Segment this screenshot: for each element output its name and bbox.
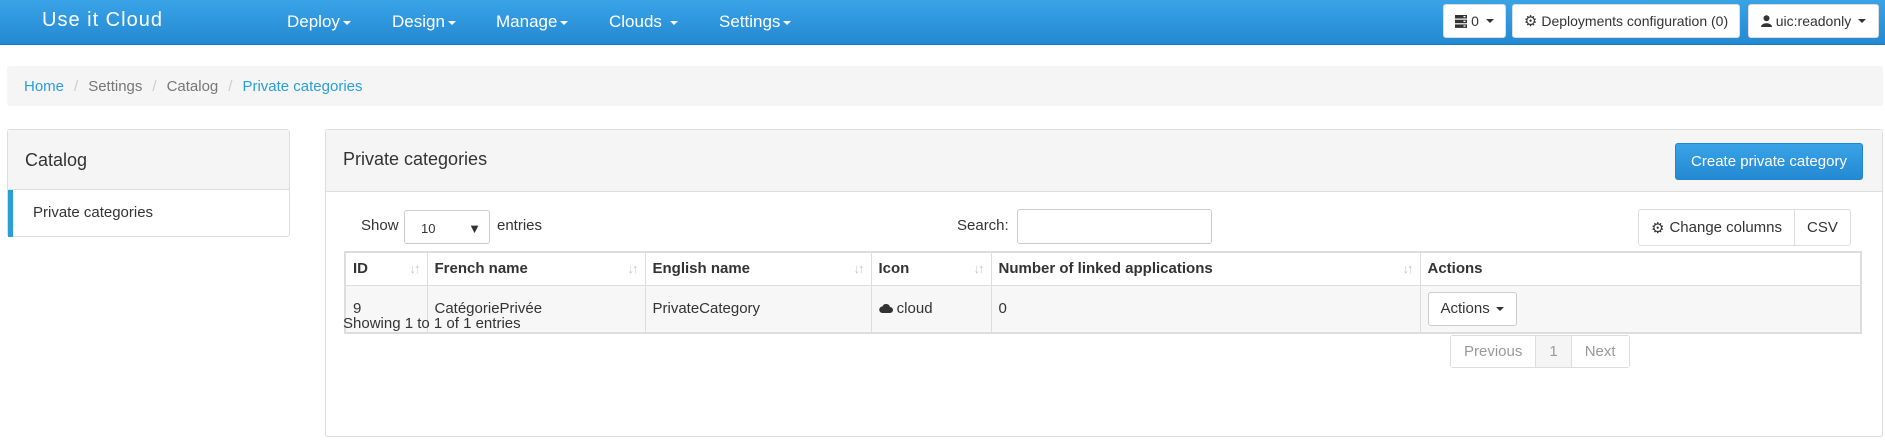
dropdown-arrow-icon: ▼ [468,221,481,236]
column-label: Actions [1427,260,1483,278]
breadcrumb-separator: / [228,77,233,95]
change-columns-label: Change columns [1669,219,1783,236]
row-actions-button[interactable]: Actions [1427,291,1517,326]
sort-icon: ↓↑ [627,261,639,276]
nav-manage[interactable]: Manage [496,12,569,32]
breadcrumb-catalog: Catalog [166,77,219,95]
nav-manage-label: Manage [496,12,558,31]
cell-icon-label: cloud [896,300,933,318]
caret-down-icon [1495,306,1504,311]
column-label: English name [652,260,751,278]
nav-deploy[interactable]: Deploy [287,12,351,32]
column-label: French name [434,260,528,278]
deployments-config-label: Deployments configuration (0) [1541,13,1729,29]
top-navbar: Use it Cloud Deploy Design Manage Clouds… [0,0,1885,45]
caret-down-icon [560,20,569,25]
table-header-row: ID ↓↑ French name ↓↑ English name ↓↑ Icon ↓↑… [344,251,1862,286]
column-label: Icon [878,260,910,278]
column-icon[interactable]: Icon ↓↑ [870,251,992,286]
cell-icon: cloud [870,284,992,334]
sort-icon: ↓↑ [409,261,421,276]
pagination-page-1[interactable]: 1 [1535,336,1571,367]
pagination-previous[interactable]: Previous [1451,336,1536,367]
sort-icon: ↓↑ [1402,261,1414,276]
cell-actions: Actions [1419,284,1862,334]
panel-title: Private categories [343,149,488,169]
deployments-config-button[interactable]: ⚙ Deployments configuration (0) [1512,4,1740,38]
breadcrumb-separator: / [74,77,79,95]
nav-design[interactable]: Design [392,12,456,32]
search-label: Search: [957,217,1009,234]
server-icon [1455,14,1468,28]
search-input[interactable] [1017,209,1212,244]
breadcrumb-home[interactable]: Home [24,78,64,95]
user-icon [1760,15,1772,27]
column-french-name[interactable]: French name ↓↑ [426,251,646,286]
column-label: ID [353,260,368,278]
nav-design-label: Design [392,12,445,31]
sort-icon: ↓↑ [853,261,865,276]
caret-down-icon [447,20,456,25]
caret-down-icon [1485,19,1494,23]
table-row: 9 CatégoriePrivée PrivateCategory cloud … [344,284,1862,334]
create-private-category-button[interactable]: Create private category [1675,143,1863,180]
show-label: Show [361,217,399,234]
pagination: Previous 1 Next [1450,335,1630,368]
table-info: Showing 1 to 1 of 1 entries [343,315,521,332]
queue-button[interactable]: 0 [1443,4,1506,38]
cloud-icon [878,304,893,314]
sort-icon: ↓↑ [973,261,985,276]
cell-english-name: PrivateCategory [644,284,872,334]
column-id[interactable]: ID ↓↑ [344,251,428,286]
user-menu-button[interactable]: uic:readonly [1748,4,1879,38]
private-categories-panel: Private categories Create private catego… [325,129,1883,437]
nav-clouds[interactable]: Clouds [609,12,678,32]
column-linked-applications[interactable]: Number of linked applications ↓↑ [990,251,1421,286]
breadcrumb-current[interactable]: Private categories [242,78,362,95]
caret-down-icon [783,20,792,25]
sidebar-item-private-categories[interactable]: Private categories [8,190,289,237]
caret-down-icon [669,20,678,25]
column-english-name[interactable]: English name ↓↑ [644,251,872,286]
cell-linked-applications: 0 [990,284,1421,334]
nav-deploy-label: Deploy [287,12,340,31]
nav-settings-label: Settings [719,12,781,31]
sidebar-title: Catalog [8,130,289,190]
catalog-sidebar: Catalog Private categories [7,129,290,237]
panel-header: Private categories Create private catego… [326,130,1882,192]
queue-count: 0 [1471,13,1479,29]
breadcrumb-settings: Settings [88,77,143,95]
csv-button[interactable]: CSV [1794,210,1850,245]
nav-settings[interactable]: Settings [719,12,792,32]
column-actions: Actions [1419,251,1862,286]
breadcrumb: Home / Settings / Catalog / Private cate… [7,66,1883,106]
categories-table: ID ↓↑ French name ↓↑ English name ↓↑ Icon ↓↑… [344,251,1862,334]
row-actions-label: Actions [1440,300,1490,318]
change-columns-button[interactable]: ⚙ Change columns [1639,210,1794,245]
pagination-next[interactable]: Next [1570,336,1629,367]
breadcrumb-separator: / [152,77,157,95]
caret-down-icon [1858,19,1867,23]
entries-label: entries [497,217,543,234]
nav-clouds-label: Clouds [609,12,662,31]
user-label: uic:readonly [1775,13,1852,29]
column-label: Number of linked applications [998,260,1213,278]
page-size-select[interactable]: 10 ▼ [404,210,490,244]
brand-logo[interactable]: Use it Cloud [42,9,163,32]
gear-icon: ⚙ [1523,13,1538,30]
gear-icon: ⚙ [1651,219,1665,237]
caret-down-icon [342,20,351,25]
page-size-value: 10 [421,221,436,236]
table-tools: ⚙ Change columns CSV [1638,209,1851,246]
